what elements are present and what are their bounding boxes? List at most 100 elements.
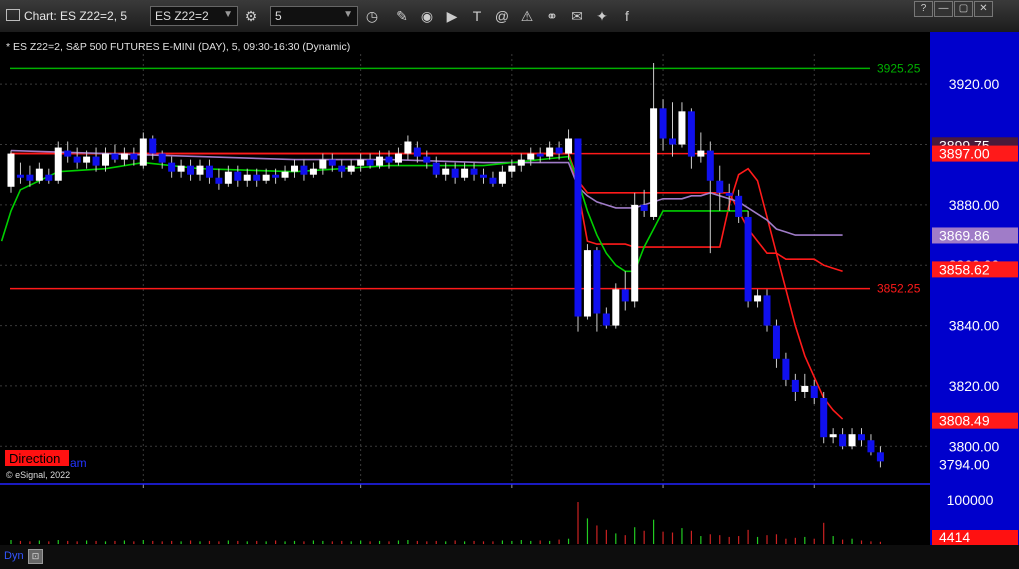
candle-body bbox=[120, 153, 128, 160]
candle-body bbox=[158, 153, 166, 163]
candle-body bbox=[565, 138, 573, 154]
interval-input[interactable]: 5 ▼ bbox=[270, 6, 358, 26]
chat-icon[interactable]: ✉ bbox=[567, 6, 587, 26]
studies-icon[interactable]: ◉ bbox=[417, 6, 437, 26]
candle-body bbox=[451, 168, 459, 178]
candle-body bbox=[621, 289, 629, 302]
candle-body bbox=[858, 434, 865, 441]
chart-header: * ES Z22=2, S&P 500 FUTURES E-MINI (DAY)… bbox=[6, 41, 350, 53]
dyn-label: Dyn bbox=[4, 550, 24, 562]
candle-body bbox=[820, 398, 828, 438]
maximize-button[interactable]: ▢ bbox=[954, 1, 973, 17]
candle-body bbox=[650, 108, 658, 217]
close-button[interactable]: ✕ bbox=[974, 1, 993, 17]
interval-value: 5 bbox=[275, 9, 282, 23]
candle-body bbox=[291, 165, 298, 172]
candle-body bbox=[669, 138, 676, 145]
candle-body bbox=[187, 165, 195, 175]
candle-body bbox=[149, 138, 157, 154]
candle-body bbox=[829, 434, 837, 438]
candle-body bbox=[876, 452, 884, 462]
candle-body bbox=[394, 153, 402, 163]
candle-body bbox=[839, 434, 847, 447]
price-flag-label: 3897.00 bbox=[939, 146, 990, 162]
candle-body bbox=[432, 162, 440, 175]
candle-body bbox=[574, 138, 582, 317]
candle-body bbox=[177, 165, 185, 172]
y-tick-label: 3820.00 bbox=[949, 378, 1000, 394]
watermark: © eSignal, 2022 bbox=[6, 470, 70, 480]
candle-body bbox=[262, 174, 270, 181]
draw-pencil-icon[interactable]: ✎ bbox=[392, 6, 412, 26]
candle-body bbox=[470, 168, 478, 175]
candle-body bbox=[423, 156, 431, 163]
candle-body bbox=[480, 174, 487, 178]
candle-body bbox=[376, 156, 384, 166]
candle-body bbox=[772, 325, 780, 359]
candle-body bbox=[631, 204, 639, 302]
candle-body bbox=[102, 153, 109, 166]
candle-body bbox=[754, 295, 762, 302]
candle-body bbox=[366, 159, 374, 166]
y-tick-label: 3920.00 bbox=[949, 76, 1000, 92]
candle-body bbox=[744, 216, 752, 302]
candle-body bbox=[168, 162, 176, 172]
help-button[interactable]: ? bbox=[914, 1, 933, 17]
volume-tick-label: 100000 bbox=[947, 492, 994, 508]
alarm-icon[interactable]: ⚠ bbox=[517, 6, 537, 26]
lock-icon[interactable]: ⊡ bbox=[28, 549, 43, 564]
candle-body bbox=[442, 168, 450, 175]
candle-body bbox=[527, 153, 535, 160]
chevron-down-icon[interactable]: ▼ bbox=[343, 9, 353, 20]
price-flag-label: 3808.49 bbox=[939, 413, 990, 429]
candle-body bbox=[357, 159, 365, 166]
candle-body bbox=[54, 147, 62, 181]
candle-body bbox=[687, 111, 695, 157]
clock-icon[interactable]: ◷ bbox=[362, 6, 382, 26]
candle-body bbox=[130, 153, 138, 160]
candle-body bbox=[735, 195, 743, 217]
candle-body bbox=[385, 156, 393, 163]
window-title: Chart: ES Z22=2, 5 bbox=[6, 9, 127, 23]
link-icon[interactable]: ⚭ bbox=[542, 6, 562, 26]
candle-body bbox=[678, 111, 686, 145]
level-label: 3925.25 bbox=[877, 61, 921, 75]
candle-body bbox=[763, 295, 771, 326]
candle-body bbox=[801, 385, 809, 392]
play-icon[interactable]: ▶ bbox=[442, 6, 462, 26]
minimize-button[interactable]: — bbox=[934, 1, 953, 17]
symbol-input[interactable]: ES Z22=2 ▼ bbox=[150, 6, 238, 26]
candle-body bbox=[83, 156, 91, 163]
window-title-text: Chart: ES Z22=2, 5 bbox=[24, 9, 128, 23]
candle-body bbox=[461, 168, 469, 178]
candle-body bbox=[810, 385, 818, 398]
candle-body bbox=[338, 165, 346, 172]
candle-body bbox=[404, 141, 412, 154]
candle-body bbox=[224, 171, 232, 184]
level-label: 3852.25 bbox=[877, 282, 921, 296]
candle-body bbox=[300, 165, 308, 175]
volume-flag-label: 4414 bbox=[939, 529, 970, 545]
candle-body bbox=[612, 289, 620, 326]
candle-body bbox=[536, 153, 544, 157]
facebook-icon[interactable]: f bbox=[617, 6, 637, 26]
candle-body bbox=[697, 150, 705, 157]
price-flag-label: 3794.00 bbox=[939, 456, 990, 472]
candle-body bbox=[848, 434, 856, 447]
candle-body bbox=[196, 165, 204, 175]
candle-body bbox=[725, 192, 733, 196]
y-tick-label: 3800.00 bbox=[949, 438, 1000, 454]
candle-body bbox=[583, 250, 591, 317]
twitter-icon[interactable]: ✦ bbox=[592, 6, 612, 26]
candle-body bbox=[215, 177, 223, 184]
candle-body bbox=[243, 174, 251, 181]
price-chart[interactable]: 3925.253852.25 3920.003900.003880.003860… bbox=[0, 32, 1019, 545]
text-icon[interactable]: T bbox=[467, 6, 487, 26]
status-bar: Dyn ⊡ bbox=[0, 545, 1019, 569]
alert-icon[interactable]: @ bbox=[492, 6, 512, 26]
candle-body bbox=[867, 440, 875, 453]
direction-suffix: am bbox=[70, 456, 87, 470]
chevron-down-icon[interactable]: ▼ bbox=[223, 9, 233, 20]
symbol-settings-icon[interactable]: ⚙ bbox=[241, 6, 261, 26]
candle-body bbox=[508, 165, 516, 172]
